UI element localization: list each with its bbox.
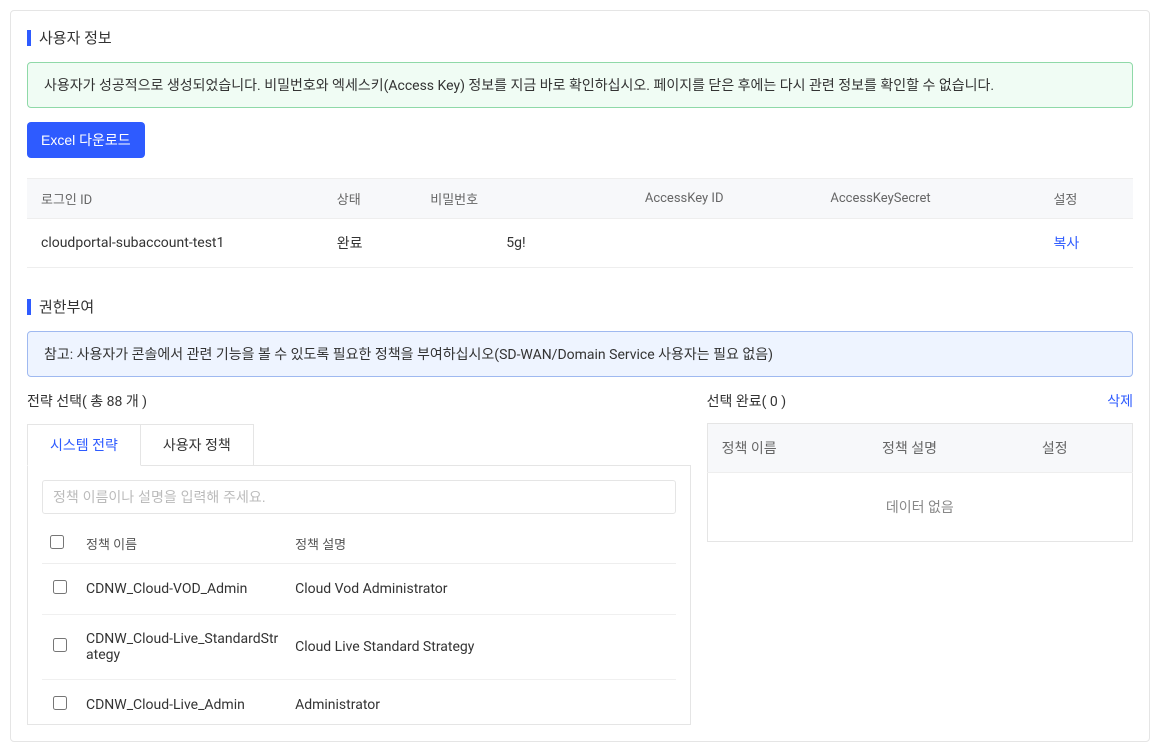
policy-search-input[interactable] <box>42 480 676 514</box>
success-alert: 사용자가 성공적으로 생성되었습니다. 비밀번호와 엑세스키(Access Ke… <box>27 62 1133 108</box>
row-checkbox[interactable] <box>53 580 67 594</box>
section-title-user-info: 사용자 정보 <box>27 27 1133 48</box>
row-checkbox[interactable] <box>53 696 67 710</box>
tab-user-policy[interactable]: 사용자 정책 <box>141 424 254 466</box>
excel-download-button[interactable]: Excel 다운로드 <box>27 122 145 158</box>
section-title-grant: 권한부여 <box>27 296 1133 317</box>
tab-system-policy-label: 시스템 전략 <box>50 438 118 454</box>
cell-checkbox <box>42 564 78 615</box>
table-row: CDNW_Cloud-Live_StandardStrategy Cloud L… <box>42 615 676 680</box>
cell-action: 복사 <box>1039 219 1133 268</box>
table-header-row: 정책 이름 정책 설명 <box>42 524 676 564</box>
tab-system-policy[interactable]: 시스템 전략 <box>27 424 141 466</box>
policy-select-panel: 전략 선택( 총 88 개 ) 시스템 전략 사용자 정책 <box>27 391 691 725</box>
col-selected-desc: 정책 설명 <box>868 424 1028 473</box>
main-card: 사용자 정보 사용자가 성공적으로 생성되었습니다. 비밀번호와 엑세스키(Ac… <box>10 10 1150 742</box>
cell-accesskey-secret <box>816 219 1039 268</box>
policy-box: 정책 이름 정책 설명 CDNW_Cloud-VOD_Admin <box>27 465 691 725</box>
cell-policy-name: CDNW_Cloud-Live_Admin <box>78 680 287 725</box>
empty-message: 데이터 없음 <box>707 473 1132 542</box>
cell-policy-desc: Cloud Vod Administrator <box>287 564 676 615</box>
copy-link[interactable]: 복사 <box>1053 236 1079 252</box>
policy-grant-row: 전략 선택( 총 88 개 ) 시스템 전략 사용자 정책 <box>27 391 1133 725</box>
excel-download-label: Excel 다운로드 <box>41 132 131 148</box>
cell-password: 5g! <box>416 219 631 268</box>
col-action: 설정 <box>1039 179 1133 219</box>
cell-policy-name: CDNW_Cloud-Live_StandardStrategy <box>78 615 287 680</box>
cell-policy-desc: Administrator <box>287 680 676 725</box>
cell-checkbox <box>42 680 78 725</box>
policy-tabs: 시스템 전략 사용자 정책 <box>27 423 691 465</box>
table-row: cloudportal-subaccount-test1 완료 5g! 복사 <box>27 219 1133 268</box>
selected-panel: 선택 완료( 0 ) 삭제 정책 이름 정책 설명 설정 데이터 없음 <box>707 391 1133 542</box>
col-checkbox <box>42 524 78 564</box>
policy-table-scroll[interactable]: 정책 이름 정책 설명 CDNW_Cloud-VOD_Admin <box>42 524 676 724</box>
col-accesskey-id: AccessKey ID <box>631 179 817 219</box>
cell-status: 완료 <box>323 219 417 268</box>
table-row: CDNW_Cloud-VOD_Admin Cloud Vod Administr… <box>42 564 676 615</box>
delete-link[interactable]: 삭제 <box>1107 391 1133 411</box>
user-info-title: 사용자 정보 <box>39 27 112 48</box>
table-row-empty: 데이터 없음 <box>707 473 1132 542</box>
select-all-checkbox[interactable] <box>50 535 64 549</box>
cell-checkbox <box>42 615 78 680</box>
col-selected-action: 설정 <box>1028 424 1133 473</box>
cell-login-id: cloudportal-subaccount-test1 <box>27 219 323 268</box>
success-alert-text: 사용자가 성공적으로 생성되었습니다. 비밀번호와 엑세스키(Access Ke… <box>44 78 994 94</box>
table-header-row: 로그인 ID 상태 비밀번호 AccessKey ID AccessKeySec… <box>27 179 1133 219</box>
col-status: 상태 <box>323 179 417 219</box>
col-login-id: 로그인 ID <box>27 179 323 219</box>
grant-title: 권한부여 <box>39 296 94 317</box>
cell-policy-name: CDNW_Cloud-VOD_Admin <box>78 564 287 615</box>
col-accesskey-secret: AccessKeySecret <box>816 179 1039 219</box>
user-info-table: 로그인 ID 상태 비밀번호 AccessKey ID AccessKeySec… <box>27 178 1133 268</box>
selected-heading: 선택 완료( 0 ) <box>707 391 786 411</box>
info-alert: 참고: 사용자가 콘솔에서 관련 기능을 볼 수 있도록 필요한 정책을 부여하… <box>27 331 1133 377</box>
selected-table: 정책 이름 정책 설명 설정 데이터 없음 <box>707 423 1133 542</box>
selected-heading-row: 선택 완료( 0 ) 삭제 <box>707 391 1133 411</box>
col-selected-name: 정책 이름 <box>707 424 868 473</box>
row-checkbox[interactable] <box>53 638 67 652</box>
cell-accesskey-id <box>631 219 817 268</box>
tab-user-policy-label: 사용자 정책 <box>163 438 231 454</box>
cell-policy-desc: Cloud Live Standard Strategy <box>287 615 676 680</box>
col-policy-name: 정책 이름 <box>78 524 287 564</box>
policy-table: 정책 이름 정책 설명 CDNW_Cloud-VOD_Admin <box>42 524 676 724</box>
col-policy-desc: 정책 설명 <box>287 524 676 564</box>
col-password: 비밀번호 <box>416 179 631 219</box>
table-header-row: 정책 이름 정책 설명 설정 <box>707 424 1132 473</box>
table-row: CDNW_Cloud-Live_Admin Administrator <box>42 680 676 725</box>
policy-select-heading: 전략 선택( 총 88 개 ) <box>27 391 691 411</box>
info-alert-text: 참고: 사용자가 콘솔에서 관련 기능을 볼 수 있도록 필요한 정책을 부여하… <box>44 347 773 363</box>
